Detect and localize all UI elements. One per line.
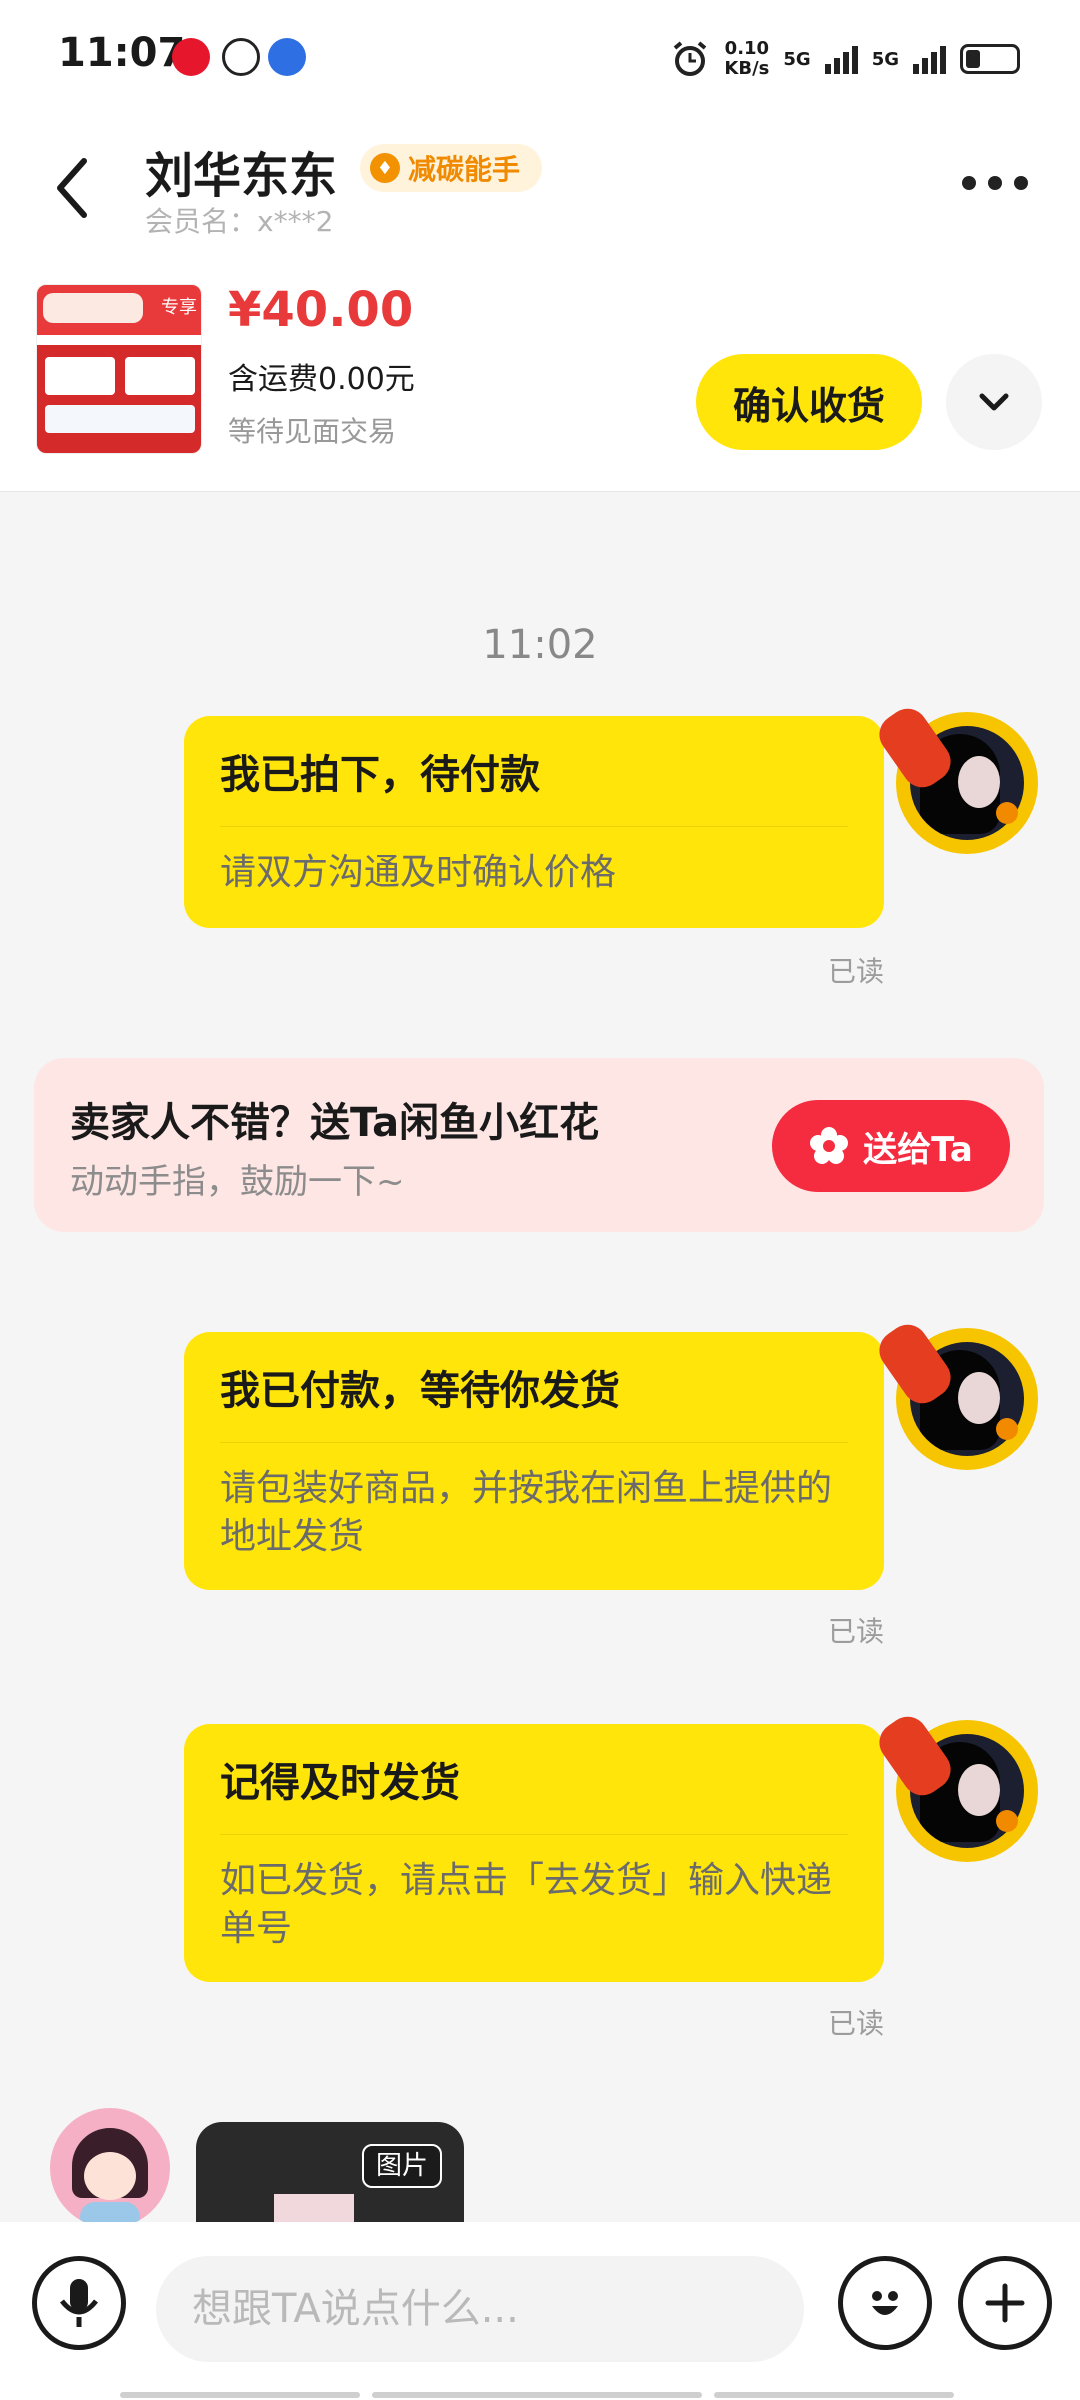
- flower-promo-card[interactable]: 卖家人不错？送Ta闲鱼小红花 动动手指，鼓励一下~ 送给Ta: [34, 1058, 1044, 1232]
- signal-icon-2: [913, 44, 946, 74]
- read-receipt: 已读: [828, 955, 885, 988]
- leaf-icon: ♦: [370, 153, 400, 183]
- input-bar: [0, 2222, 1080, 2400]
- microphone-icon: [60, 2279, 98, 2327]
- nav-handle: [714, 2392, 954, 2398]
- voice-button[interactable]: [32, 2256, 126, 2350]
- image-tag: 图片: [361, 2144, 442, 2188]
- seller-name[interactable]: 刘华东东: [145, 136, 337, 206]
- image-message[interactable]: 图片: [196, 2122, 464, 2222]
- network-type-2: 5G: [871, 48, 899, 70]
- message-input[interactable]: [156, 2256, 804, 2362]
- seller-avatar[interactable]: [50, 2108, 170, 2228]
- weibo-icon: [172, 38, 210, 76]
- chat-timestamp: 11:02: [482, 622, 598, 668]
- flower-title: 卖家人不错？送Ta闲鱼小红花: [70, 1100, 600, 1146]
- member-name: 会员名：x***2: [145, 205, 334, 238]
- chat-header: 刘华东东 ♦ 减碳能手 会员名：x***2: [0, 118, 1080, 248]
- send-flower-button[interactable]: 送给Ta: [772, 1100, 1010, 1192]
- read-receipt: 已读: [828, 1615, 885, 1648]
- product-thumbnail[interactable]: 专享: [36, 284, 202, 454]
- nav-handle: [120, 2392, 360, 2398]
- message-bubble[interactable]: 我已拍下，待付款 请双方沟通及时确认价格: [184, 716, 884, 928]
- thumb-tag: 专享: [161, 297, 197, 318]
- status-bar: 11:07 0.10 KB/s 5G 5G: [0, 0, 1080, 118]
- my-avatar[interactable]: [871, 700, 1038, 854]
- battery-icon: [960, 44, 1020, 74]
- signal-icon-1: [824, 44, 858, 74]
- read-receipt: 已读: [828, 2007, 885, 2040]
- send-flower-label: 送给Ta: [863, 1129, 973, 1170]
- nav-handle: [372, 2392, 702, 2398]
- status-time: 11:07: [58, 30, 186, 76]
- flower-subtitle: 动动手指，鼓励一下~: [70, 1162, 405, 1202]
- message-title: 我已拍下，待付款: [220, 742, 848, 827]
- emoji-icon: [872, 2291, 898, 2315]
- plus-icon: [985, 2283, 1025, 2323]
- flower-icon: [810, 1127, 849, 1164]
- product-price: ¥40.00: [228, 282, 414, 338]
- message-body: 如已发货，请点击「去发货」输入快递单号: [220, 1860, 833, 1949]
- confirm-receipt-button[interactable]: 确认收货: [696, 354, 922, 450]
- badge-label: 减碳能手: [408, 153, 521, 186]
- expand-button[interactable]: [946, 354, 1042, 450]
- top-section: 11:07 0.10 KB/s 5G 5G 刘华东东 ♦ 减碳能手 会员名：x*…: [0, 0, 1080, 492]
- chevron-left-icon[interactable]: [48, 153, 98, 223]
- message-body: 请双方沟通及时确认价格: [220, 852, 617, 893]
- alarm-icon: [674, 41, 707, 76]
- more-dots-icon[interactable]: [962, 176, 1028, 190]
- my-avatar[interactable]: [871, 1708, 1038, 1862]
- my-avatar[interactable]: [871, 1316, 1038, 1470]
- message-title: 我已付款，等待你发货: [220, 1358, 848, 1443]
- shipping-fee: 含运费0.00元: [228, 362, 415, 397]
- product-card[interactable]: 专享 ¥40.00 含运费0.00元 等待见面交易 确认收货: [0, 270, 1080, 492]
- order-status: 等待见面交易: [228, 415, 397, 448]
- network-type-1: 5G: [783, 48, 811, 70]
- plus-button[interactable]: [958, 2256, 1052, 2350]
- message-title: 记得及时发货: [220, 1750, 848, 1835]
- speed-unit: KB/s: [724, 58, 770, 79]
- speed-value: 0.10: [724, 38, 770, 59]
- baidu-icon: [268, 38, 306, 76]
- chevron-down-icon: [979, 393, 1009, 411]
- network-speed: 0.10 KB/s: [724, 39, 769, 79]
- chat-area[interactable]: 11:02 我已拍下，待付款 请双方沟通及时确认价格 已读 卖家人不错？送Ta闲…: [0, 492, 1080, 2222]
- message-bubble[interactable]: 我已付款，等待你发货 请包装好商品，并按我在闲鱼上提供的地址发货: [184, 1332, 884, 1590]
- message-body: 请包装好商品，并按我在闲鱼上提供的地址发货: [220, 1468, 833, 1557]
- clock-app-icon: [222, 38, 260, 76]
- seller-badge[interactable]: ♦ 减碳能手: [360, 144, 543, 192]
- status-right: 0.10 KB/s 5G 5G: [670, 34, 1020, 84]
- message-bubble[interactable]: 记得及时发货 如已发货，请点击「去发货」输入快递单号: [184, 1724, 884, 1982]
- emoji-button[interactable]: [838, 2256, 932, 2350]
